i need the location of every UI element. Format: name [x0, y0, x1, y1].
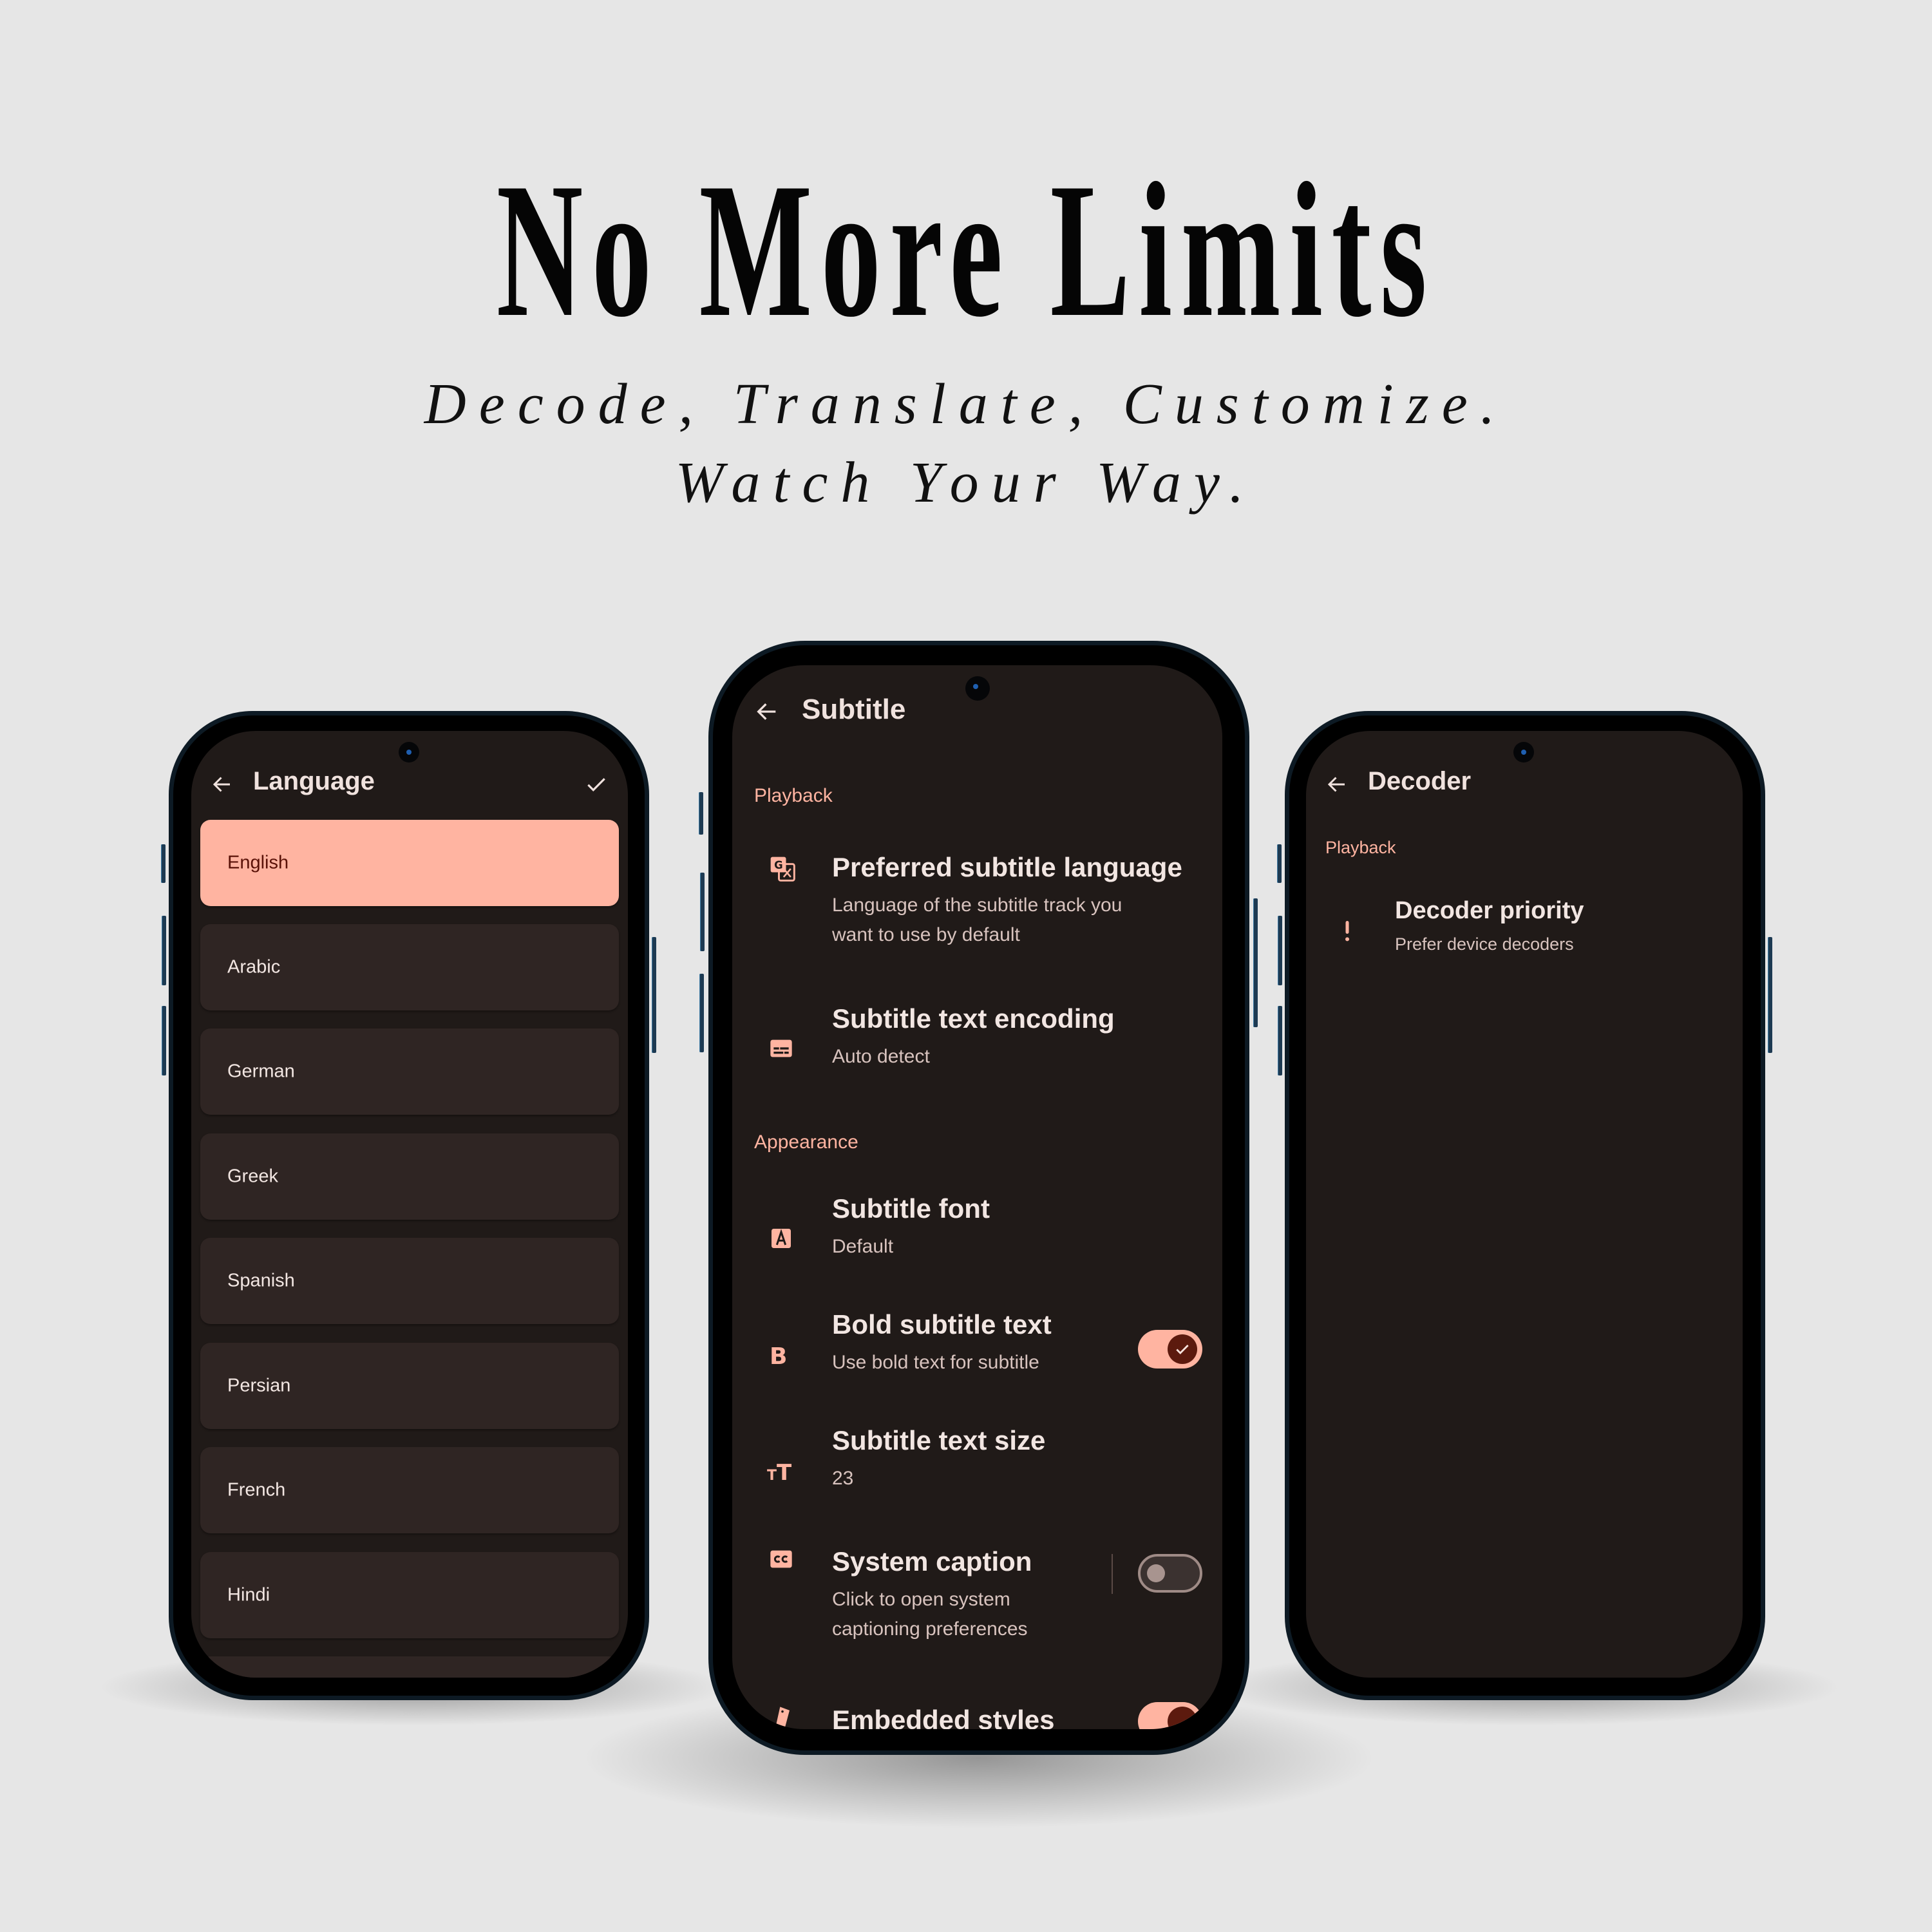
language-item-persian[interactable]: Persian — [200, 1343, 619, 1429]
language-item-hindi[interactable]: Hindi — [200, 1552, 619, 1638]
phone-side-button — [1768, 937, 1772, 1053]
arrow-left-icon[interactable] — [211, 773, 234, 796]
front-camera — [1513, 742, 1534, 762]
pref-title: Subtitle text encoding — [832, 1003, 1115, 1034]
bold-subtitle-toggle[interactable] — [1138, 1330, 1202, 1368]
phone-side-button — [1277, 844, 1282, 883]
headline: No More Limits — [496, 143, 1436, 357]
toggle-knob — [1168, 1334, 1197, 1364]
bold-icon: B — [770, 1343, 788, 1370]
phone-side-button — [162, 1006, 166, 1075]
pref-title: Subtitle text size — [832, 1425, 1046, 1455]
font-icon — [772, 1229, 791, 1248]
translate-icon: G — [770, 857, 795, 882]
language-screen: Language English Arabic German Greek Spa… — [191, 731, 628, 1678]
language-item-greek[interactable]: Greek — [200, 1133, 619, 1220]
language-item-french[interactable]: French — [200, 1447, 619, 1533]
language-label: French — [227, 1479, 286, 1501]
language-item-german[interactable]: German — [200, 1028, 619, 1115]
phone-side-button — [161, 844, 166, 883]
check-icon[interactable] — [584, 772, 609, 797]
pref-title: System caption — [832, 1546, 1032, 1577]
phone-side-button — [652, 937, 656, 1053]
pref-subtitle: captioning preferences — [832, 1618, 1028, 1640]
subtitles-icon — [770, 1039, 792, 1057]
subtitle-screen: Subtitle Playback G Preferred subtitle l… — [732, 665, 1222, 1729]
language-item-partial[interactable] — [200, 1656, 619, 1678]
text-size-icon: TT — [767, 1460, 792, 1486]
pref-system-caption[interactable]: System caption Click to open system capt… — [732, 1546, 1222, 1675]
pref-subtitle-text-encoding[interactable]: Subtitle text encoding Auto detect — [732, 1003, 1222, 1100]
pref-preferred-subtitle-language[interactable]: G Preferred subtitle language Language o… — [732, 852, 1222, 981]
check-icon — [1176, 1345, 1189, 1354]
pref-bold-subtitle-text[interactable]: B Bold subtitle text Use bold text for s… — [732, 1309, 1222, 1406]
embedded-styles-toggle[interactable] — [1138, 1702, 1202, 1729]
priority-icon — [1345, 921, 1349, 942]
language-label: Spanish — [227, 1270, 295, 1291]
toggle-knob — [1147, 1564, 1165, 1582]
pref-subtitle: Prefer device decoders — [1395, 934, 1574, 954]
pref-subtitle: want to use by default — [832, 924, 1020, 945]
closed-caption-icon — [770, 1550, 792, 1568]
page-title: Subtitle — [802, 694, 906, 725]
system-caption-toggle[interactable] — [1138, 1554, 1202, 1593]
decoder-screen: Decoder Playback Decoder priority Prefer… — [1306, 731, 1743, 1678]
embedded-styles-icon — [775, 1707, 790, 1728]
pref-decoder-priority[interactable]: Decoder priority Prefer device decoders — [1306, 892, 1743, 976]
phone-side-button — [162, 916, 166, 985]
language-item-english[interactable]: English — [200, 820, 619, 906]
svg-text:G: G — [774, 859, 783, 871]
arrow-left-icon[interactable] — [1325, 773, 1349, 796]
phone-side-button — [1278, 916, 1282, 985]
pref-subtitle: Default — [832, 1236, 894, 1257]
divider — [1112, 1554, 1113, 1594]
language-label: German — [227, 1061, 295, 1082]
arrow-left-icon[interactable] — [754, 699, 780, 724]
page-title: Language — [253, 767, 375, 795]
section-label-playback: Playback — [1325, 838, 1396, 857]
front-camera — [965, 676, 990, 701]
pref-title: Preferred subtitle language — [832, 852, 1182, 882]
page-title: Decoder — [1368, 767, 1472, 795]
toggle-knob — [1168, 1707, 1197, 1729]
phone-side-button — [1253, 898, 1258, 1027]
language-item-spanish[interactable]: Spanish — [200, 1238, 619, 1324]
language-label: Greek — [227, 1166, 278, 1187]
language-item-arabic[interactable]: Arabic — [200, 924, 619, 1010]
pref-subtitle: Use bold text for subtitle — [832, 1352, 1039, 1373]
front-camera — [399, 742, 419, 762]
pref-subtitle: Auto detect — [832, 1046, 930, 1067]
phone-side-button — [700, 873, 705, 951]
pref-subtitle: Click to open system — [832, 1589, 1010, 1610]
section-label-appearance: Appearance — [754, 1132, 858, 1153]
pref-title: Decoder priority — [1395, 897, 1584, 924]
pref-title: Subtitle font — [832, 1193, 990, 1224]
language-label: Persian — [227, 1375, 291, 1396]
tagline-line-1: Decode, Translate, Customize. — [424, 372, 1508, 436]
pref-subtitle-text-size[interactable]: TT Subtitle text size 23 — [732, 1425, 1222, 1522]
pref-subtitle: Language of the subtitle track you — [832, 895, 1122, 916]
pref-subtitle-font[interactable]: Subtitle font Default — [732, 1193, 1222, 1290]
pref-title: Embedded styles — [832, 1705, 1055, 1729]
pref-subtitle: 23 — [832, 1468, 854, 1489]
tagline-line-2: Watch Your Way. — [675, 451, 1257, 515]
phone-side-button — [699, 792, 703, 835]
pref-embedded-styles[interactable]: Embedded styles — [732, 1702, 1222, 1729]
phone-side-button — [699, 974, 704, 1052]
language-label: English — [227, 852, 289, 873]
language-label: Hindi — [227, 1584, 270, 1605]
section-label-playback: Playback — [754, 785, 833, 806]
pref-title: Bold subtitle text — [832, 1309, 1052, 1340]
language-label: Arabic — [227, 956, 281, 978]
phone-side-button — [1278, 1006, 1282, 1075]
